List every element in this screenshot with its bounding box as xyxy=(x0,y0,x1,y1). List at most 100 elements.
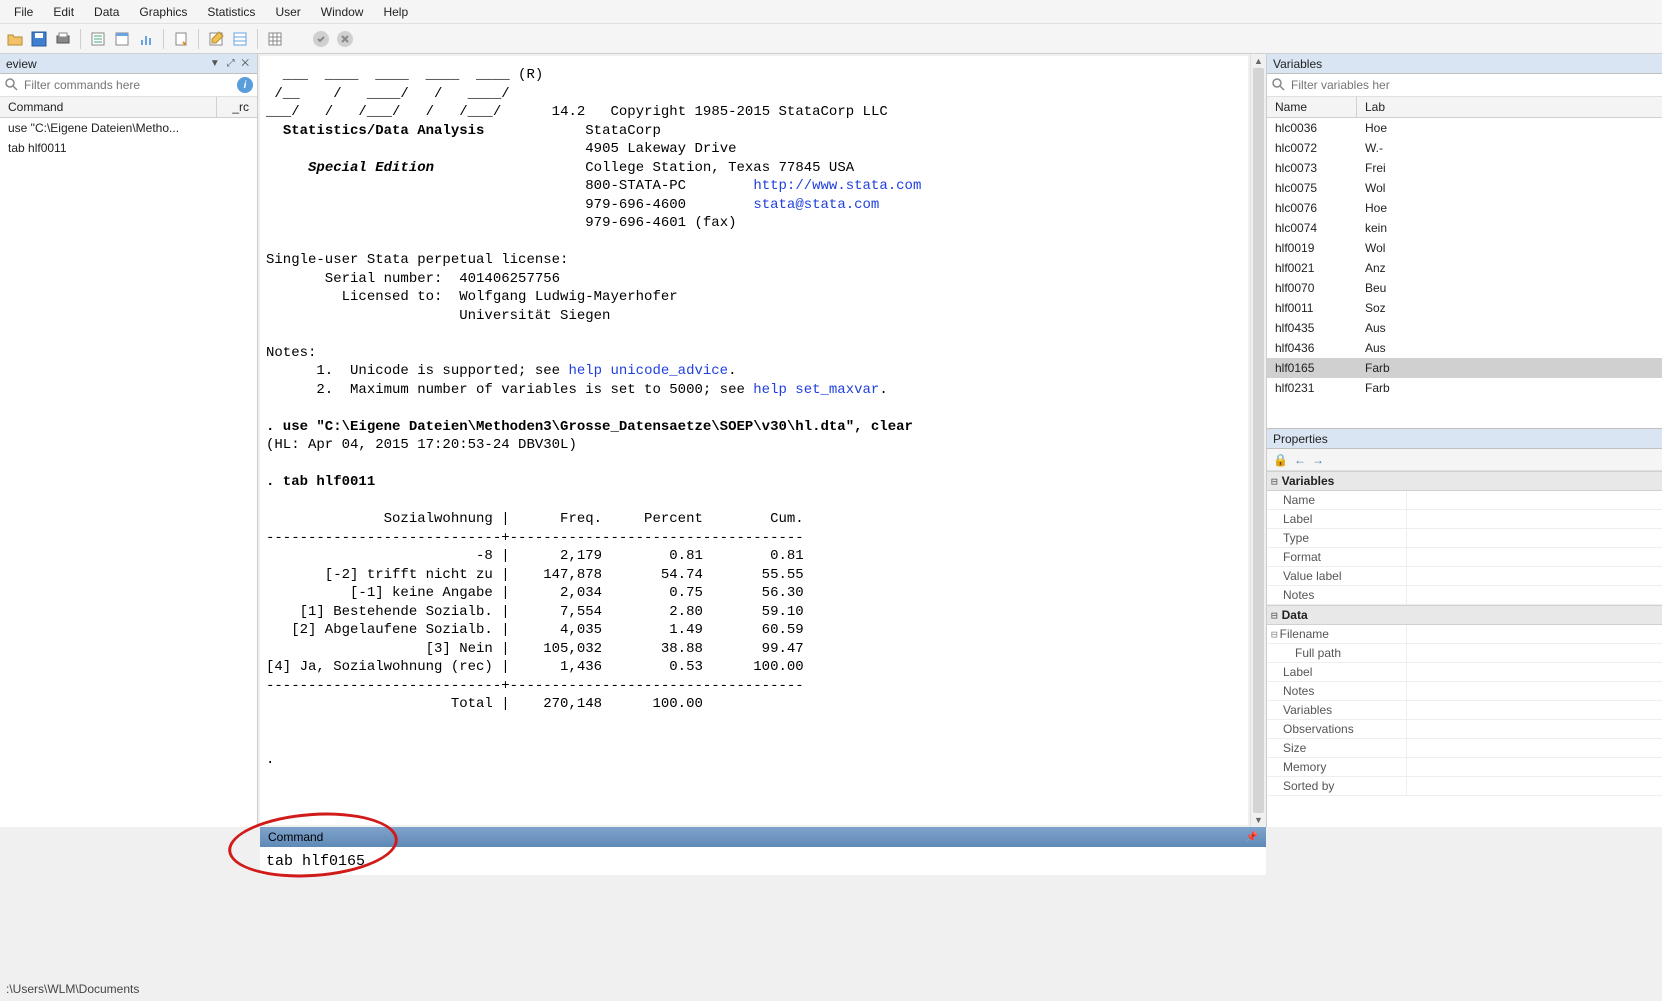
col-rc[interactable]: _rc xyxy=(217,97,257,117)
property-row[interactable]: Format xyxy=(1267,548,1662,567)
break-icon[interactable] xyxy=(310,28,332,50)
data-browser-icon[interactable] xyxy=(229,28,251,50)
review-filter-input[interactable] xyxy=(24,78,237,92)
col-var-name[interactable]: Name xyxy=(1267,97,1357,117)
review-title: eview xyxy=(6,57,37,71)
clear-icon[interactable] xyxy=(334,28,356,50)
property-row[interactable]: ⊟Filename xyxy=(1267,625,1662,644)
search-icon xyxy=(4,77,20,93)
stata-website-link[interactable]: http://www.stata.com xyxy=(753,178,921,194)
property-row[interactable]: Full path xyxy=(1267,644,1662,663)
properties-panel: Properties 🔒 ← → ⊟Variables NameLabelTyp… xyxy=(1267,429,1662,827)
log-icon[interactable] xyxy=(87,28,109,50)
property-row[interactable]: Name xyxy=(1267,491,1662,510)
property-row[interactable]: Size xyxy=(1267,739,1662,758)
results-scrollbar[interactable]: ▲ ▼ xyxy=(1250,54,1266,827)
variable-row[interactable]: hlc0036Hoe xyxy=(1267,118,1662,138)
menu-file[interactable]: File xyxy=(4,1,43,23)
review-columns: Command _rc xyxy=(0,97,257,118)
property-row[interactable]: Sorted by xyxy=(1267,777,1662,796)
variables-title: Variables xyxy=(1273,57,1322,71)
variable-row[interactable]: hlf0011Soz xyxy=(1267,298,1662,318)
pin-icon[interactable]: 📌 xyxy=(1246,832,1258,843)
col-var-label[interactable]: Lab xyxy=(1357,97,1662,117)
forward-icon[interactable]: → xyxy=(1312,453,1324,467)
property-row[interactable]: Label xyxy=(1267,510,1662,529)
dock-controls[interactable]: ▼ ⤢ ✕ xyxy=(210,58,251,69)
scroll-up-icon[interactable]: ▲ xyxy=(1254,56,1263,66)
properties-toolbar: 🔒 ← → xyxy=(1267,449,1662,471)
scroll-down-icon[interactable]: ▼ xyxy=(1254,815,1263,825)
property-row[interactable]: Observations xyxy=(1267,720,1662,739)
toolbar-separator xyxy=(80,29,81,49)
search-icon xyxy=(1271,77,1287,93)
menu-graphics[interactable]: Graphics xyxy=(129,1,197,23)
menu-bar: File Edit Data Graphics Statistics User … xyxy=(0,0,1662,24)
variable-row[interactable]: hlf0435Aus xyxy=(1267,318,1662,338)
properties-title: Properties xyxy=(1273,432,1328,446)
help-unicode-link[interactable]: help unicode_advice xyxy=(568,363,728,379)
status-path: :\Users\WLM\Documents xyxy=(6,982,139,996)
help-maxvar-link[interactable]: help set_maxvar xyxy=(753,382,879,398)
print-icon[interactable] xyxy=(52,28,74,50)
col-command[interactable]: Command xyxy=(0,97,217,117)
prop-group-variables[interactable]: ⊟Variables xyxy=(1267,471,1662,491)
info-icon[interactable]: i xyxy=(237,77,253,93)
variable-row[interactable]: hlc0074kein xyxy=(1267,218,1662,238)
results-output[interactable]: ___ ____ ____ ____ ____ (R) /__ / ____/ … xyxy=(260,56,1248,825)
graph-icon[interactable] xyxy=(135,28,157,50)
variable-row[interactable]: hlf0165Farb xyxy=(1267,358,1662,378)
status-bar: :\Users\WLM\Documents xyxy=(0,979,1662,1001)
properties-panel-header: Properties xyxy=(1267,429,1662,449)
variables-manager-icon[interactable] xyxy=(264,28,286,50)
toolbar-separator xyxy=(257,29,258,49)
stata-email-link[interactable]: stata@stata.com xyxy=(753,197,879,213)
variables-panel-header: Variables xyxy=(1267,54,1662,74)
command-title: Command xyxy=(268,830,323,844)
property-row[interactable]: Variables xyxy=(1267,701,1662,720)
toolbar xyxy=(0,24,1662,54)
scrollbar-thumb[interactable] xyxy=(1253,68,1264,813)
variable-row[interactable]: hlc0073Frei xyxy=(1267,158,1662,178)
review-item[interactable]: use "C:\Eigene Dateien\Metho... xyxy=(0,118,257,138)
results-panel: ___ ____ ____ ____ ____ (R) /__ / ____/ … xyxy=(258,54,1266,827)
menu-window[interactable]: Window xyxy=(311,1,374,23)
variable-row[interactable]: hlf0070Beu xyxy=(1267,278,1662,298)
variable-row[interactable]: hlf0436Aus xyxy=(1267,338,1662,358)
property-row[interactable]: Value label xyxy=(1267,567,1662,586)
command-input[interactable] xyxy=(266,853,1260,870)
lock-icon[interactable]: 🔒 xyxy=(1273,453,1288,467)
variable-row[interactable]: hlc0075Wol xyxy=(1267,178,1662,198)
review-panel-header: eview ▼ ⤢ ✕ xyxy=(0,54,257,74)
menu-statistics[interactable]: Statistics xyxy=(197,1,265,23)
variable-row[interactable]: hlf0021Anz xyxy=(1267,258,1662,278)
variable-row[interactable]: hlf0231Farb xyxy=(1267,378,1662,398)
property-row[interactable]: Memory xyxy=(1267,758,1662,777)
property-row[interactable]: Notes xyxy=(1267,586,1662,605)
menu-edit[interactable]: Edit xyxy=(43,1,84,23)
menu-user[interactable]: User xyxy=(265,1,310,23)
data-editor-icon[interactable] xyxy=(205,28,227,50)
menu-help[interactable]: Help xyxy=(373,1,418,23)
do-file-editor-icon[interactable] xyxy=(170,28,192,50)
variable-row[interactable]: hlc0072W.- xyxy=(1267,138,1662,158)
prop-group-data[interactable]: ⊟Data xyxy=(1267,605,1662,625)
command-panel-header: Command 📌 xyxy=(260,827,1266,847)
variables-panel: Variables Name Lab hlc0036Hoehlc0072W.-h… xyxy=(1267,54,1662,429)
menu-data[interactable]: Data xyxy=(84,1,129,23)
property-row[interactable]: Label xyxy=(1267,663,1662,682)
save-icon[interactable] xyxy=(28,28,50,50)
toolbar-separator xyxy=(198,29,199,49)
back-icon[interactable]: ← xyxy=(1294,453,1306,467)
command-panel: Command 📌 xyxy=(260,827,1266,875)
property-row[interactable]: Type xyxy=(1267,529,1662,548)
viewer-icon[interactable] xyxy=(111,28,133,50)
variables-filter-input[interactable] xyxy=(1291,78,1658,92)
open-icon[interactable] xyxy=(4,28,26,50)
variable-row[interactable]: hlc0076Hoe xyxy=(1267,198,1662,218)
toolbar-separator xyxy=(163,29,164,49)
property-row[interactable]: Notes xyxy=(1267,682,1662,701)
review-panel: eview ▼ ⤢ ✕ i Command _rc use "C:\Eigene… xyxy=(0,54,258,827)
variable-row[interactable]: hlf0019Wol xyxy=(1267,238,1662,258)
review-item[interactable]: tab hlf0011 xyxy=(0,138,257,158)
